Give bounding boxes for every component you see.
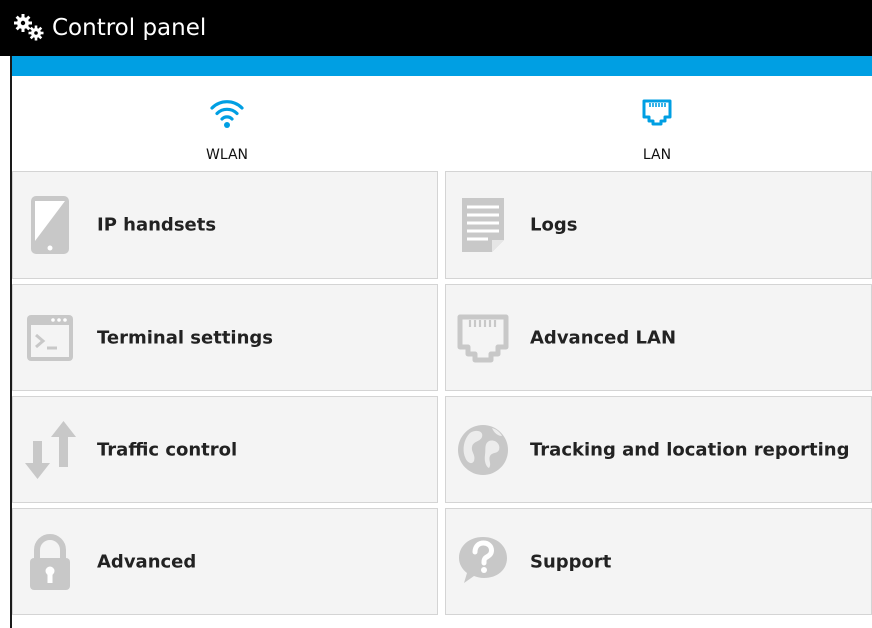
tile-label: Advanced LAN bbox=[530, 327, 677, 348]
document-icon bbox=[462, 198, 504, 252]
help-icon bbox=[459, 536, 507, 583]
tile-terminal-settings[interactable]: Terminal settings bbox=[12, 284, 438, 391]
tile-label: Support bbox=[530, 551, 612, 572]
tile-traffic-control[interactable]: Traffic control bbox=[12, 396, 438, 503]
tile-label: Tracking and location reporting bbox=[530, 439, 850, 460]
page-title: Control panel bbox=[52, 15, 207, 41]
gears-icon bbox=[14, 14, 44, 41]
nav-item-wlan[interactable]: WLAN bbox=[12, 76, 442, 170]
nav-label-wlan: WLAN bbox=[205, 147, 248, 163]
up-down-arrows-icon bbox=[25, 420, 76, 479]
tile-label: Logs bbox=[530, 214, 578, 236]
nav-label-lan: LAN bbox=[642, 147, 672, 163]
terminal-icon bbox=[27, 314, 73, 361]
tile-label: Traffic control bbox=[97, 439, 238, 460]
tile-advanced-lan[interactable]: Advanced LAN bbox=[445, 284, 872, 391]
lock-icon bbox=[30, 533, 70, 590]
top-nav: WLAN LAN bbox=[12, 76, 872, 170]
tablet-icon bbox=[31, 196, 69, 254]
tile-support[interactable]: Support bbox=[445, 508, 872, 615]
wifi-icon bbox=[210, 100, 244, 128]
title-bar: Control panel bbox=[0, 0, 872, 56]
tile-label: IP handsets bbox=[97, 214, 217, 236]
tile-ip-handsets[interactable]: IP handsets bbox=[12, 171, 438, 279]
tile-label: Advanced bbox=[97, 551, 197, 572]
globe-icon bbox=[458, 424, 508, 475]
ethernet-port-icon bbox=[642, 99, 672, 126]
control-panel-window: Control panel WLAN LAN IP handsets Logs … bbox=[0, 0, 872, 628]
nav-item-lan[interactable]: LAN bbox=[442, 76, 872, 170]
tile-logs[interactable]: Logs bbox=[445, 171, 872, 279]
ethernet-port-icon bbox=[457, 314, 509, 362]
tile-label: Terminal settings bbox=[97, 327, 274, 348]
tile-advanced[interactable]: Advanced bbox=[12, 508, 438, 615]
accent-bar bbox=[10, 56, 872, 76]
tile-tracking-location[interactable]: Tracking and location reporting bbox=[445, 396, 872, 503]
